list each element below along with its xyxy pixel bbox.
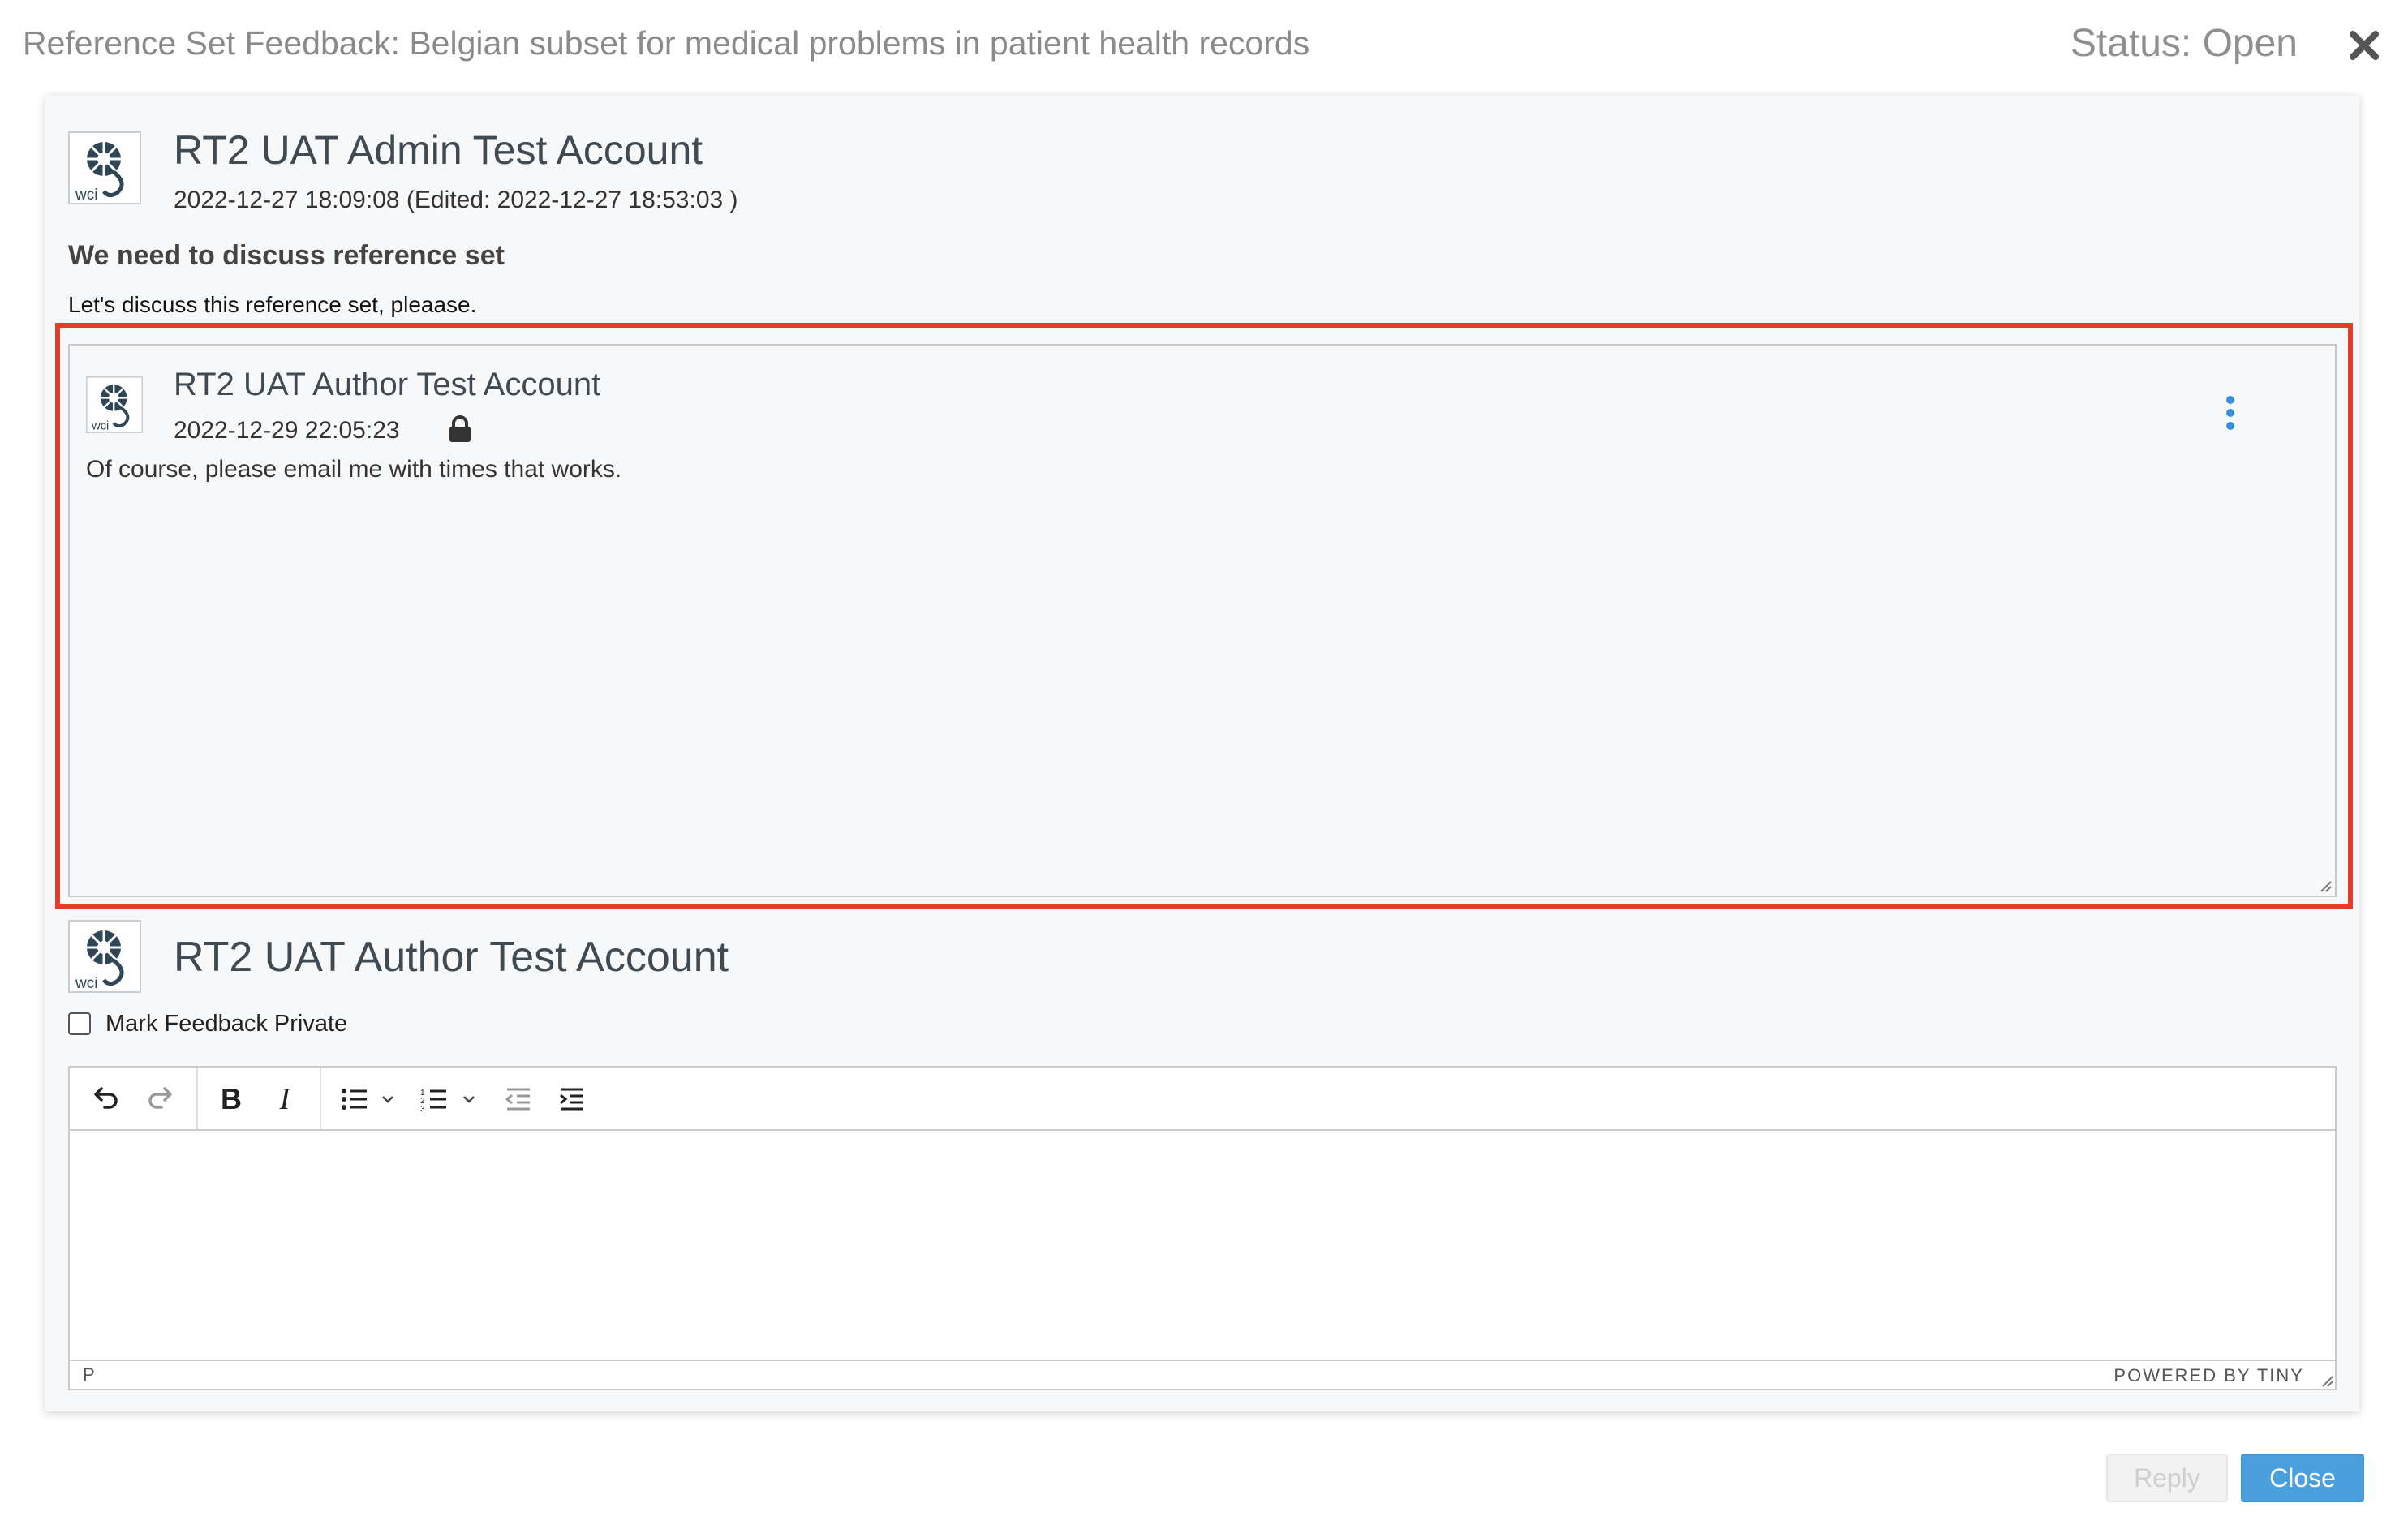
post-date: 2022-12-27 18:09:08 (Edited: 2022-12-27 … bbox=[174, 187, 738, 213]
post-author: RT2 UAT Admin Test Account bbox=[174, 127, 703, 173]
element-path[interactable]: P bbox=[83, 1364, 95, 1385]
composer-author: RT2 UAT Author Test Account bbox=[174, 934, 729, 981]
editor-statusbar: P POWERED BY TINY bbox=[70, 1360, 2335, 1389]
post-body: Let's discuss this reference set, pleaas… bbox=[68, 292, 477, 317]
numbered-list-button[interactable]: 1 2 3 bbox=[417, 1080, 488, 1118]
redo-button[interactable] bbox=[143, 1080, 180, 1118]
avatar-label: wci bbox=[75, 187, 97, 204]
mark-private-label: Mark Feedback Private bbox=[105, 1010, 348, 1037]
indent-button[interactable] bbox=[553, 1080, 591, 1118]
close-x-icon[interactable] bbox=[2346, 28, 2382, 63]
modal-header: Reference Set Feedback: Belgian subset f… bbox=[0, 0, 2408, 88]
bold-icon: B bbox=[221, 1082, 242, 1115]
mark-private-row[interactable]: Mark Feedback Private bbox=[68, 1009, 347, 1038]
toolbar-separator bbox=[320, 1068, 321, 1129]
lock-icon bbox=[449, 415, 471, 442]
reply-date: 2022-12-29 22:05:23 bbox=[174, 417, 400, 444]
italic-icon: I bbox=[279, 1082, 290, 1116]
resize-handle-icon[interactable] bbox=[2319, 1373, 2333, 1387]
indent-icon bbox=[560, 1088, 583, 1111]
svg-text:3: 3 bbox=[420, 1105, 425, 1114]
reply-body: Of course, please email me with times th… bbox=[86, 456, 622, 483]
bold-button[interactable]: B bbox=[213, 1080, 250, 1118]
numbered-list-icon: 1 2 3 bbox=[420, 1089, 475, 1114]
powered-by-tiny-link[interactable]: POWERED BY TINY bbox=[2113, 1365, 2304, 1386]
status-label: Status: Open bbox=[2070, 22, 2298, 65]
resize-handle-icon[interactable] bbox=[2317, 878, 2332, 892]
wci-logo-avatar: wci bbox=[68, 920, 141, 993]
bullet-list-icon bbox=[342, 1089, 393, 1110]
modal-title: Reference Set Feedback: Belgian subset f… bbox=[23, 24, 1310, 62]
reply-button[interactable]: Reply bbox=[2106, 1454, 2228, 1502]
avatar-label: wci bbox=[91, 419, 109, 432]
outdent-button[interactable] bbox=[500, 1080, 537, 1118]
undo-icon bbox=[94, 1087, 118, 1109]
post-subject: We need to discuss reference set bbox=[68, 240, 505, 271]
wci-logo-avatar: wci bbox=[86, 376, 143, 433]
kebab-menu-icon[interactable] bbox=[2225, 396, 2236, 432]
reply-author: RT2 UAT Author Test Account bbox=[174, 367, 601, 402]
outdent-icon bbox=[505, 1088, 530, 1111]
editor-toolbar: B I 1 2 3 bbox=[70, 1068, 2335, 1131]
editor-text-area[interactable] bbox=[70, 1131, 2335, 1360]
reply-item: wci RT2 UAT Author Test Account 2022-12-… bbox=[68, 344, 2337, 897]
avatar-label: wci bbox=[75, 975, 97, 992]
italic-button[interactable]: I bbox=[266, 1080, 303, 1118]
close-button[interactable]: Close bbox=[2241, 1454, 2364, 1502]
toolbar-separator bbox=[196, 1068, 198, 1129]
mark-private-checkbox[interactable] bbox=[68, 1012, 91, 1035]
bullet-list-button[interactable] bbox=[336, 1080, 407, 1118]
rich-text-editor: B I 1 2 3 P POWERED BY TINY bbox=[68, 1066, 2337, 1390]
redo-icon bbox=[148, 1087, 172, 1109]
undo-button[interactable] bbox=[86, 1080, 123, 1118]
wci-logo-avatar: wci bbox=[68, 131, 141, 204]
